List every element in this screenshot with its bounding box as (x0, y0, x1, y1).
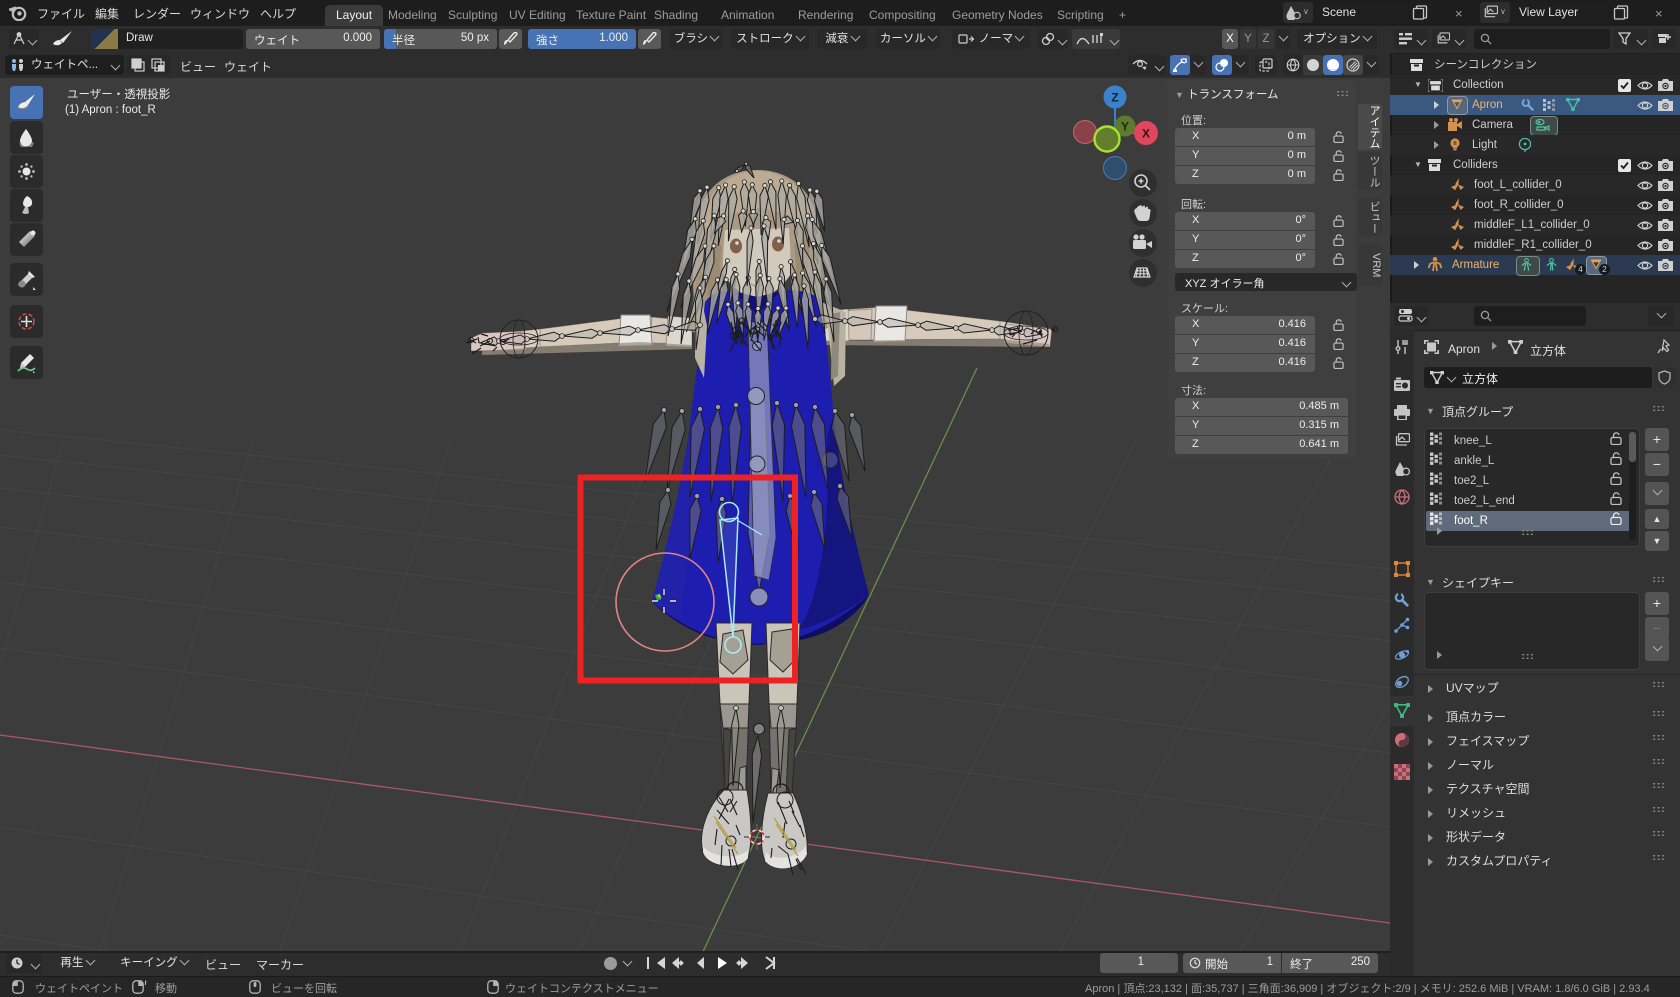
svg-text:Z: Z (1111, 91, 1118, 105)
svg-text:Y: Y (1121, 120, 1129, 134)
svg-text:X: X (1142, 127, 1150, 141)
